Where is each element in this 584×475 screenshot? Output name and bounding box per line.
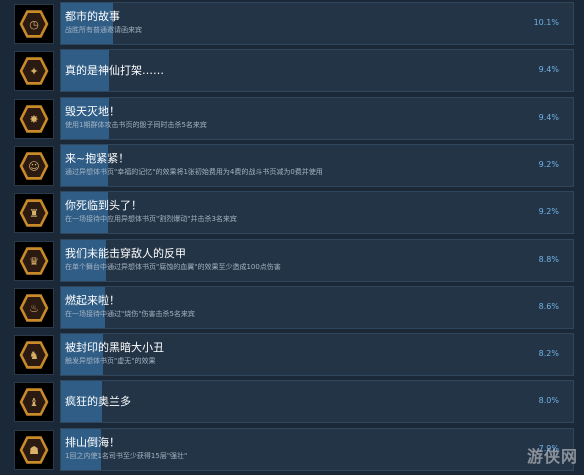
long-hair-figure-icon: ♛	[14, 241, 54, 281]
icon-glyph: ♝	[22, 390, 46, 414]
achievement-row[interactable]: ☺ 来~抱紧紧！ 通过异想体书页"幸福的记忆"的效果将1张初始费用为4费的战斗书页减…	[0, 144, 584, 191]
achievement-card: 都市的故事战胜所有普通邀请函来宾 10.1%	[60, 2, 574, 45]
unlock-percent: 9.4%	[538, 113, 559, 122]
hooded-figure-icon: ☗	[14, 430, 54, 470]
unlock-percent: 9.4%	[538, 65, 559, 74]
icon-glyph: ♜	[22, 201, 46, 225]
achievement-description: 触发异想体书页"虚无"的效果	[65, 357, 156, 365]
hexagon-frame: ♨	[19, 294, 49, 322]
achievement-title: 来~抱紧紧！	[65, 152, 130, 165]
hexagon-frame: ♛	[19, 247, 49, 275]
unlock-percent: 8.0%	[538, 396, 559, 405]
hexagon-frame: ♝	[19, 388, 49, 416]
icon-glyph: ♨	[22, 296, 46, 320]
achievement-description: 1回之内使1名司书至少获得15层"强壮"	[65, 452, 188, 460]
achievement-card: 来~抱紧紧！ 通过异想体书页"幸福的记忆"的效果将1张初始费用为4费的战斗书页减为…	[60, 144, 574, 187]
character-portrait-icon: ☺	[14, 146, 54, 186]
icon-glyph: ✸	[22, 107, 46, 131]
hexagon-frame: ♜	[19, 199, 49, 227]
jester-icon: ♞	[14, 335, 54, 375]
unlock-percent: 9.2%	[538, 207, 559, 216]
icon-glyph: ◷	[22, 12, 46, 36]
achievement-row[interactable]: ♜ 你死临到头了！ 在一场接待中应用异想体书页"割烈爆动"并击杀3名来宾 9.2%	[0, 191, 584, 238]
watermark: 游侠网	[526, 447, 578, 466]
achievement-description: 战胜所有普通邀请函来宾	[65, 26, 142, 34]
red-sign-icon: ✦	[14, 51, 54, 91]
achievement-card: 排山倒海！ 1回之内使1名司书至少获得15层"强壮" 7.9%	[60, 428, 574, 471]
achievement-card: 真的是神仙打架…… 9.4%	[60, 49, 574, 92]
unlock-percent: 8.2%	[538, 349, 559, 358]
achievement-card: 燃起来啦！ 在一场接待中通过"烧伤"伤害击杀5名来宾 8.6%	[60, 286, 574, 329]
suited-figure-icon: ♜	[14, 193, 54, 233]
hexagon-frame: ✦	[19, 57, 49, 85]
unlock-percent: 10.1%	[533, 18, 559, 27]
achievement-title: 疯狂的奥兰多	[65, 395, 131, 408]
achievement-row[interactable]: ♛ 我们未能击穿敌人的反甲在单个舞台中通过异想体书页"腐蚀的血翼"的效果至少造成1…	[0, 239, 584, 286]
achievement-description: 在一场接待中应用异想体书页"割烈爆动"并击杀3名来宾	[65, 215, 237, 223]
hexagon-frame: ☺	[19, 152, 49, 180]
hexagon-frame: ☗	[19, 436, 49, 464]
achievement-card: 毁天灭地！ 使用1期群体攻击书页的骰子同时击杀5名来宾 9.4%	[60, 97, 574, 140]
unlock-percent: 9.2%	[538, 160, 559, 169]
flame-weapon-icon: ♨	[14, 288, 54, 328]
achievement-row[interactable]: ♨ 燃起来啦！ 在一场接待中通过"烧伤"伤害击杀5名来宾 8.6%	[0, 286, 584, 333]
achievement-description: 在一场接待中通过"烧伤"伤害击杀5名来宾	[65, 310, 195, 318]
achievement-description: 使用1期群体攻击书页的骰子同时击杀5名来宾	[65, 121, 207, 129]
achievement-row[interactable]: ✸ 毁天灭地！ 使用1期群体攻击书页的骰子同时击杀5名来宾 9.4%	[0, 97, 584, 144]
orlando-icon: ♝	[14, 382, 54, 422]
unlock-percent: 8.8%	[538, 255, 559, 264]
icon-glyph: ✦	[22, 59, 46, 83]
explosion-icon: ✸	[14, 99, 54, 139]
achievement-title: 被封印的黑暗大小丑	[65, 341, 164, 354]
achievement-title: 你死临到头了！	[65, 199, 142, 212]
achievement-title: 排山倒海！	[65, 436, 120, 449]
hexagon-frame: ✸	[19, 105, 49, 133]
achievement-row[interactable]: ✦ 真的是神仙打架…… 9.4%	[0, 49, 584, 96]
achievement-row[interactable]: ♞ 被封印的黑暗大小丑触发异想体书页"虚无"的效果 8.2%	[0, 333, 584, 380]
icon-glyph: ♞	[22, 343, 46, 367]
hexagon-frame: ♞	[19, 341, 49, 369]
achievement-title: 都市的故事	[65, 10, 120, 23]
achievement-row[interactable]: ☗ 排山倒海！ 1回之内使1名司书至少获得15层"强壮" 7.9%	[0, 428, 584, 475]
icon-glyph: ♛	[22, 249, 46, 273]
achievement-title: 真的是神仙打架……	[65, 64, 164, 77]
achievement-card: 你死临到头了！ 在一场接待中应用异想体书页"割烈爆动"并击杀3名来宾 9.2%	[60, 191, 574, 234]
icon-glyph: ☺	[22, 154, 46, 178]
achievement-description: 在单个舞台中通过异想体书页"腐蚀的血翼"的效果至少造成100点伤害	[65, 263, 281, 271]
hexagon-frame: ◷	[19, 10, 49, 38]
achievement-card: 我们未能击穿敌人的反甲在单个舞台中通过异想体书页"腐蚀的血翼"的效果至少造成10…	[60, 239, 574, 282]
achievement-title: 燃起来啦！	[65, 294, 120, 307]
achievement-row[interactable]: ◷ 都市的故事战胜所有普通邀请函来宾 10.1%	[0, 2, 584, 49]
unlock-percent: 8.6%	[538, 302, 559, 311]
achievement-card: 被封印的黑暗大小丑触发异想体书页"虚无"的效果 8.2%	[60, 333, 574, 376]
achievement-description: 通过异想体书页"幸福的记忆"的效果将1张初始费用为4费的战斗书页减为0费并使用	[65, 168, 323, 176]
achievement-card: 疯狂的奥兰多 8.0%	[60, 380, 574, 423]
icon-glyph: ☗	[22, 438, 46, 462]
achievement-row[interactable]: ♝ 疯狂的奥兰多 8.0%	[0, 380, 584, 427]
golden-clock-icon: ◷	[14, 4, 54, 44]
achievement-title: 毁天灭地！	[65, 105, 120, 118]
achievement-title: 我们未能击穿敌人的反甲	[65, 247, 186, 260]
